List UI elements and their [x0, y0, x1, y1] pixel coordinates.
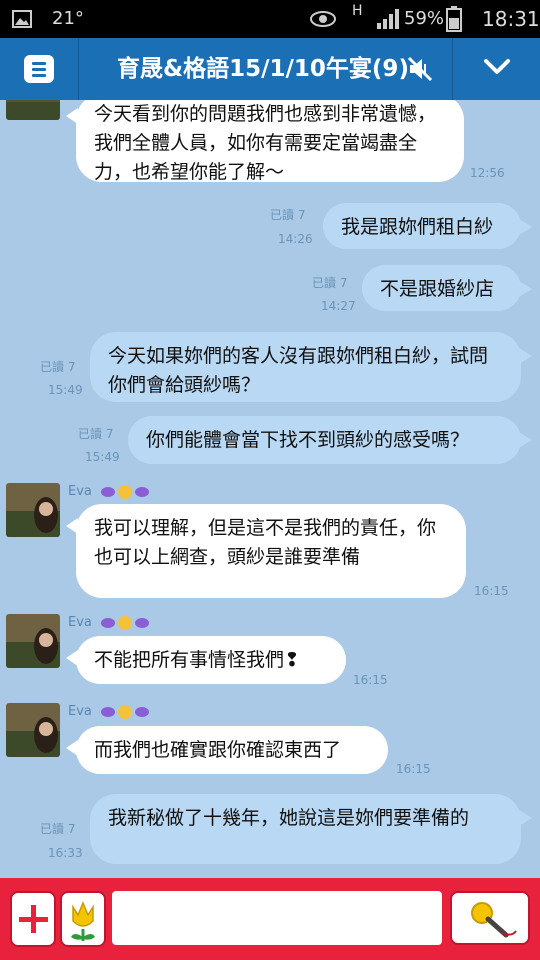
sticker-icons [100, 704, 152, 720]
read-receipt: 已讀 7 [40, 360, 76, 374]
read-receipt: 已讀 7 [312, 276, 348, 290]
message-bubble[interactable]: 我是跟妳們租白紗 [323, 203, 532, 249]
microphone-icon [471, 902, 517, 938]
message-time: 16:33 [48, 846, 83, 860]
battery-icon [446, 0, 462, 38]
sender-name: Eva [68, 615, 92, 630]
sender-name: Eva [68, 704, 92, 719]
read-receipt: 已讀 7 [78, 427, 114, 441]
message-list[interactable]: 今天看到你的問題我們也感到非常遺憾，我們全體人員，如你有需要定當竭盡全力，也希望… [0, 100, 540, 878]
chat-header: 育晟&格語15/1/10午宴(9) [0, 38, 540, 100]
temperature: 21° [52, 8, 84, 29]
expand-button[interactable] [452, 38, 540, 100]
message-bubble[interactable]: 你們能體會當下找不到頭紗的感受嗎？ [128, 416, 532, 464]
eye-icon [310, 0, 336, 38]
network-type: H [352, 3, 363, 19]
chevron-down-icon [484, 59, 510, 74]
message-time: 14:27 [321, 299, 356, 313]
read-receipt: 已讀 7 [270, 208, 306, 222]
message-bubble[interactable]: 不是跟婚紗店 [362, 265, 532, 311]
message-time: 16:15 [474, 584, 509, 598]
signal-icon [376, 0, 400, 38]
chat-title[interactable]: 育晟&格語15/1/10午宴(9) [78, 38, 448, 100]
message-bubble[interactable]: 不能把所有事情怪我們❢ [66, 636, 346, 684]
message-time: 14:26 [278, 232, 313, 246]
read-receipt: 已讀 7 [40, 822, 76, 836]
message-time: 16:15 [353, 673, 388, 687]
mute-icon [405, 54, 435, 84]
sticker-icons [100, 484, 152, 500]
message-time: 15:49 [85, 450, 120, 464]
message-time: 12:56 [470, 166, 505, 180]
sender-name: Eva [68, 484, 92, 499]
status-bar: 21° H 59% 18:31 [0, 0, 540, 38]
avatar[interactable] [6, 100, 60, 120]
voice-button[interactable] [450, 891, 530, 945]
message-bubble[interactable]: 今天看到你的問題我們也感到非常遺憾，我們全體人員，如你有需要定當竭盡全力，也希望… [66, 100, 464, 183]
composer-bar [0, 878, 540, 960]
avatar[interactable] [6, 703, 60, 757]
message-input[interactable] [112, 891, 442, 945]
message-bubble[interactable]: 我可以理解，但是這不是我們的責任，你也可以上網查，頭紗是誰要準備 [66, 504, 466, 598]
battery-percent: 59% [404, 8, 445, 29]
message-bubble[interactable]: 我新秘做了十幾年，她說這是妳們要準備的 [90, 794, 532, 864]
message-bubble[interactable]: 今天如果妳們的客人沒有跟妳們租白紗，試問你們會給頭紗嗎？ [90, 332, 532, 402]
picture-icon [12, 0, 32, 38]
message-bubble[interactable]: 而我們也確實跟你確認東西了 [66, 726, 388, 774]
flower-icon [71, 901, 95, 941]
message-time: 15:49 [48, 383, 83, 397]
message-time: 16:15 [396, 762, 431, 776]
menu-icon [24, 55, 54, 83]
avatar[interactable] [6, 614, 60, 668]
sticker-icons [100, 615, 152, 631]
menu-button[interactable] [0, 38, 79, 100]
avatar[interactable] [6, 483, 60, 537]
clock: 18:31 [482, 7, 540, 31]
add-button[interactable] [10, 891, 56, 947]
sticker-button[interactable] [60, 891, 106, 947]
